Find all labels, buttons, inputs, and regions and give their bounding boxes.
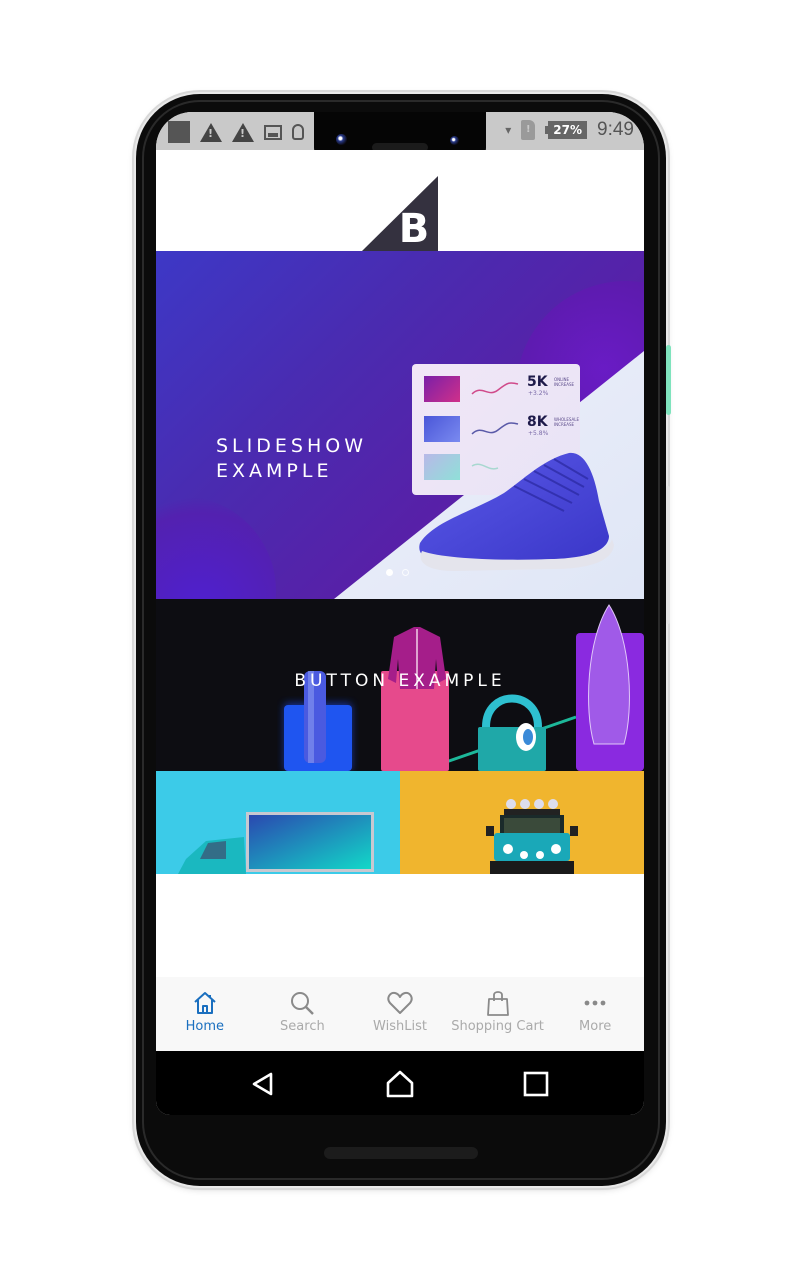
- truck-image: [178, 812, 374, 874]
- pagination-dot[interactable]: [402, 569, 409, 576]
- slideshow-title-line1: SLIDESHOW: [216, 435, 367, 457]
- stats-row: 8K WHOLESALE INCREASE +5.8%: [424, 414, 579, 444]
- stat-label: ONLINE INCREASE: [554, 377, 575, 387]
- bulb-icon: [292, 124, 304, 140]
- logo-letter: B: [399, 206, 430, 251]
- tab-search[interactable]: Search: [254, 977, 352, 1051]
- more-dots-icon: [584, 1000, 606, 1006]
- image-icon: [264, 124, 282, 140]
- slideshow-pagination: [386, 569, 409, 576]
- slideshow-banner[interactable]: SLIDESHOW EXAMPLE 5K ONLINE INCREASE +3.…: [156, 251, 644, 599]
- signal-icon: ▾: [505, 123, 512, 137]
- warning-icon: [200, 122, 222, 142]
- jeep-image: [486, 799, 578, 874]
- jeep-tile[interactable]: [400, 771, 644, 874]
- bigcommerce-logo[interactable]: B: [362, 176, 438, 251]
- stat-label: WHOLESALE INCREASE: [554, 417, 579, 427]
- battery-level: 27%: [548, 121, 588, 139]
- tab-shopping-cart[interactable]: Shopping Cart: [449, 977, 547, 1051]
- tab-label: Search: [280, 1019, 325, 1034]
- back-icon[interactable]: [249, 1069, 279, 1099]
- phone-screen: ▾ ! 27% 9:49 B: [156, 112, 644, 1115]
- stats-row: 5K ONLINE INCREASE +3.2%: [424, 374, 574, 404]
- product-thumb: [424, 416, 460, 442]
- search-icon: [291, 992, 315, 1015]
- bottom-tab-bar: Home Search WishList Shopping Cart More: [156, 977, 644, 1051]
- truck-tile[interactable]: [156, 771, 400, 874]
- front-camera-icon: [336, 134, 347, 145]
- shopping-bag-icon: [486, 991, 509, 1016]
- tab-label: Home: [185, 1019, 224, 1034]
- stat-change: +3.2%: [528, 390, 549, 397]
- power-button: [666, 345, 671, 415]
- slideshow-title: SLIDESHOW EXAMPLE: [216, 434, 367, 484]
- content-spacer: [156, 874, 644, 977]
- stat-value: 5K: [527, 374, 548, 390]
- status-right-icons: ▾ ! 27% 9:49: [505, 119, 634, 141]
- stat-change: +5.8%: [528, 430, 549, 437]
- heart-icon: [387, 991, 413, 1014]
- stat-value: 8K: [527, 414, 548, 430]
- warning-icon: [232, 122, 254, 142]
- recents-icon[interactable]: [521, 1069, 551, 1099]
- battery-icon: 27%: [545, 121, 588, 139]
- tab-home[interactable]: Home: [156, 977, 254, 1051]
- tab-more[interactable]: More: [546, 977, 644, 1051]
- home-icon[interactable]: [385, 1069, 415, 1099]
- system-nav-bar: [156, 1051, 644, 1115]
- slideshow-title-line2: EXAMPLE: [216, 460, 333, 482]
- tab-label: WishList: [373, 1019, 427, 1034]
- status-left-icons: [168, 121, 304, 143]
- headphones: [482, 694, 542, 728]
- notification-square-icon: [168, 121, 190, 143]
- product-thumb: [424, 376, 460, 402]
- tab-label: More: [579, 1019, 612, 1034]
- trend-line: [471, 382, 519, 395]
- volume-button: [666, 486, 670, 624]
- button-example-title: BUTTON EXAMPLE: [294, 671, 506, 691]
- button-example-banner[interactable]: BUTTON EXAMPLE: [156, 599, 644, 771]
- chin-speaker: [324, 1147, 478, 1159]
- trend-line: [471, 422, 519, 435]
- headphones-pedestal: [478, 727, 546, 771]
- sensor-icon: [450, 136, 459, 145]
- truck-cargo-box: [249, 815, 371, 869]
- sneaker-image: [419, 452, 614, 571]
- tab-wishlist[interactable]: WishList: [351, 977, 449, 1051]
- jeep-lights: [506, 799, 558, 809]
- tab-label: Shopping Cart: [451, 1019, 544, 1034]
- header: B: [156, 150, 644, 251]
- home-icon: [194, 992, 216, 1014]
- sim-alert-icon: !: [521, 120, 536, 140]
- pagination-dot-active[interactable]: [386, 569, 393, 576]
- clock: 9:49: [597, 119, 634, 140]
